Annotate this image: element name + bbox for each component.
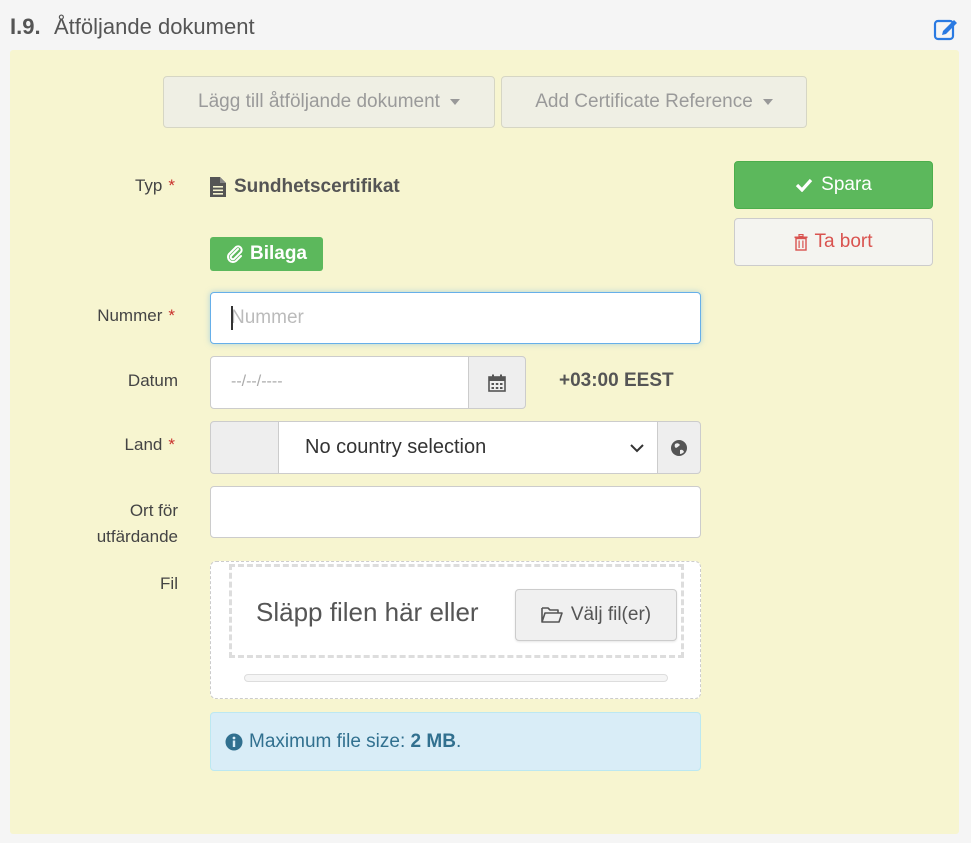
delete-button[interactable]: Ta bort bbox=[734, 218, 933, 266]
section-code: I.9. bbox=[10, 14, 41, 39]
nummer-placeholder: Nummer bbox=[231, 307, 304, 328]
datum-placeholder: --/--/---- bbox=[231, 373, 283, 390]
upload-progress-bar bbox=[244, 674, 668, 682]
datum-label: Datum bbox=[127, 371, 178, 390]
add-document-dropdown[interactable]: Lägg till åtföljande dokument bbox=[163, 76, 495, 128]
drop-area[interactable]: Släpp filen här eller Välj fil(er) bbox=[229, 564, 684, 658]
calendar-button[interactable] bbox=[468, 356, 526, 409]
choose-files-button[interactable]: Välj fil(er) bbox=[515, 589, 677, 641]
file-size-info: Maximum file size: 2 MB. bbox=[210, 712, 701, 771]
folder-open-icon bbox=[541, 607, 563, 623]
country-selected: No country selection bbox=[305, 436, 487, 458]
section-header: I.9. Åtföljande dokument bbox=[10, 12, 961, 42]
country-flag-slot bbox=[210, 421, 280, 474]
nummer-input[interactable]: Nummer bbox=[210, 292, 701, 344]
file-text-icon bbox=[210, 177, 226, 197]
land-label: Land * bbox=[124, 435, 175, 454]
caret-down-icon bbox=[449, 99, 460, 105]
ort-input[interactable] bbox=[210, 486, 701, 538]
file-dropzone[interactable]: Släpp filen här eller Välj fil(er) bbox=[210, 561, 701, 699]
datum-input[interactable]: --/--/---- bbox=[210, 356, 470, 409]
ort-label: Ort för utfärdande bbox=[96, 501, 178, 546]
globe-button[interactable] bbox=[657, 421, 701, 474]
add-certificate-label: Add Certificate Reference bbox=[535, 91, 753, 112]
typ-value: Sundhetscertifikat bbox=[210, 176, 400, 198]
caret-down-icon bbox=[762, 99, 773, 105]
trash-icon bbox=[794, 233, 808, 251]
add-document-label: Lägg till åtföljande dokument bbox=[198, 91, 440, 112]
document-panel: Lägg till åtföljande dokument Add Certif… bbox=[10, 50, 959, 834]
save-button[interactable]: Spara bbox=[734, 161, 933, 209]
edit-icon[interactable] bbox=[933, 16, 959, 42]
add-certificate-dropdown[interactable]: Add Certificate Reference bbox=[501, 76, 807, 128]
fil-label: Fil bbox=[160, 574, 178, 593]
drop-text: Släpp filen här eller bbox=[256, 597, 479, 627]
text-cursor bbox=[231, 306, 233, 330]
calendar-icon bbox=[488, 374, 506, 392]
chevron-down-icon bbox=[630, 444, 644, 453]
typ-label: Typ * bbox=[134, 176, 175, 195]
paperclip-icon bbox=[227, 245, 243, 263]
globe-icon bbox=[671, 439, 687, 456]
attachment-badge: Bilaga bbox=[210, 237, 323, 271]
info-circle-icon bbox=[225, 733, 243, 750]
required-marker: * bbox=[168, 435, 175, 454]
timezone-label: +03:00 EEST bbox=[559, 370, 674, 391]
nummer-label: Nummer * bbox=[97, 306, 175, 325]
section-title: Åtföljande dokument bbox=[54, 14, 255, 39]
required-marker: * bbox=[168, 176, 175, 195]
check-icon bbox=[796, 178, 813, 192]
required-marker: * bbox=[168, 306, 175, 325]
